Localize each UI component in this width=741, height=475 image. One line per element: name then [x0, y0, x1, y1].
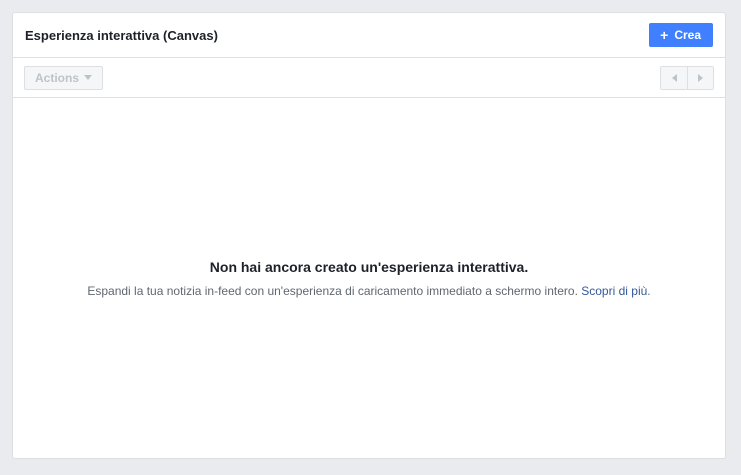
actions-label: Actions [35, 70, 80, 85]
chevron-left-icon [671, 73, 677, 82]
next-page-button[interactable] [687, 66, 713, 89]
empty-state-title: Non hai ancora creato un'esperienza inte… [209, 259, 529, 275]
empty-state: Non hai ancora creato un'esperienza inte… [13, 259, 725, 298]
empty-state-text: Espandi la tua notizia in-feed con un'es… [87, 284, 578, 298]
learn-more-link[interactable]: Scopri di più [581, 284, 647, 298]
plus-icon: + [660, 27, 669, 43]
create-button-label: Crea [674, 28, 701, 42]
page-title: Esperienza interattiva (Canvas) [25, 27, 218, 43]
empty-state-description: Espandi la tua notizia in-feed con un'es… [13, 284, 725, 298]
actions-dropdown[interactable]: Actions [24, 65, 104, 90]
panel-header: Esperienza interattiva (Canvas) + Crea [13, 13, 725, 58]
canvas-panel: Esperienza interattiva (Canvas) + Crea A… [12, 12, 726, 459]
caret-down-icon [84, 75, 93, 80]
toolbar: Actions [13, 58, 725, 98]
previous-page-button[interactable] [661, 66, 687, 89]
pagination [660, 65, 714, 90]
chevron-right-icon [698, 73, 703, 82]
create-button[interactable]: + Crea [649, 23, 713, 47]
empty-state-trailing: . [647, 284, 651, 298]
